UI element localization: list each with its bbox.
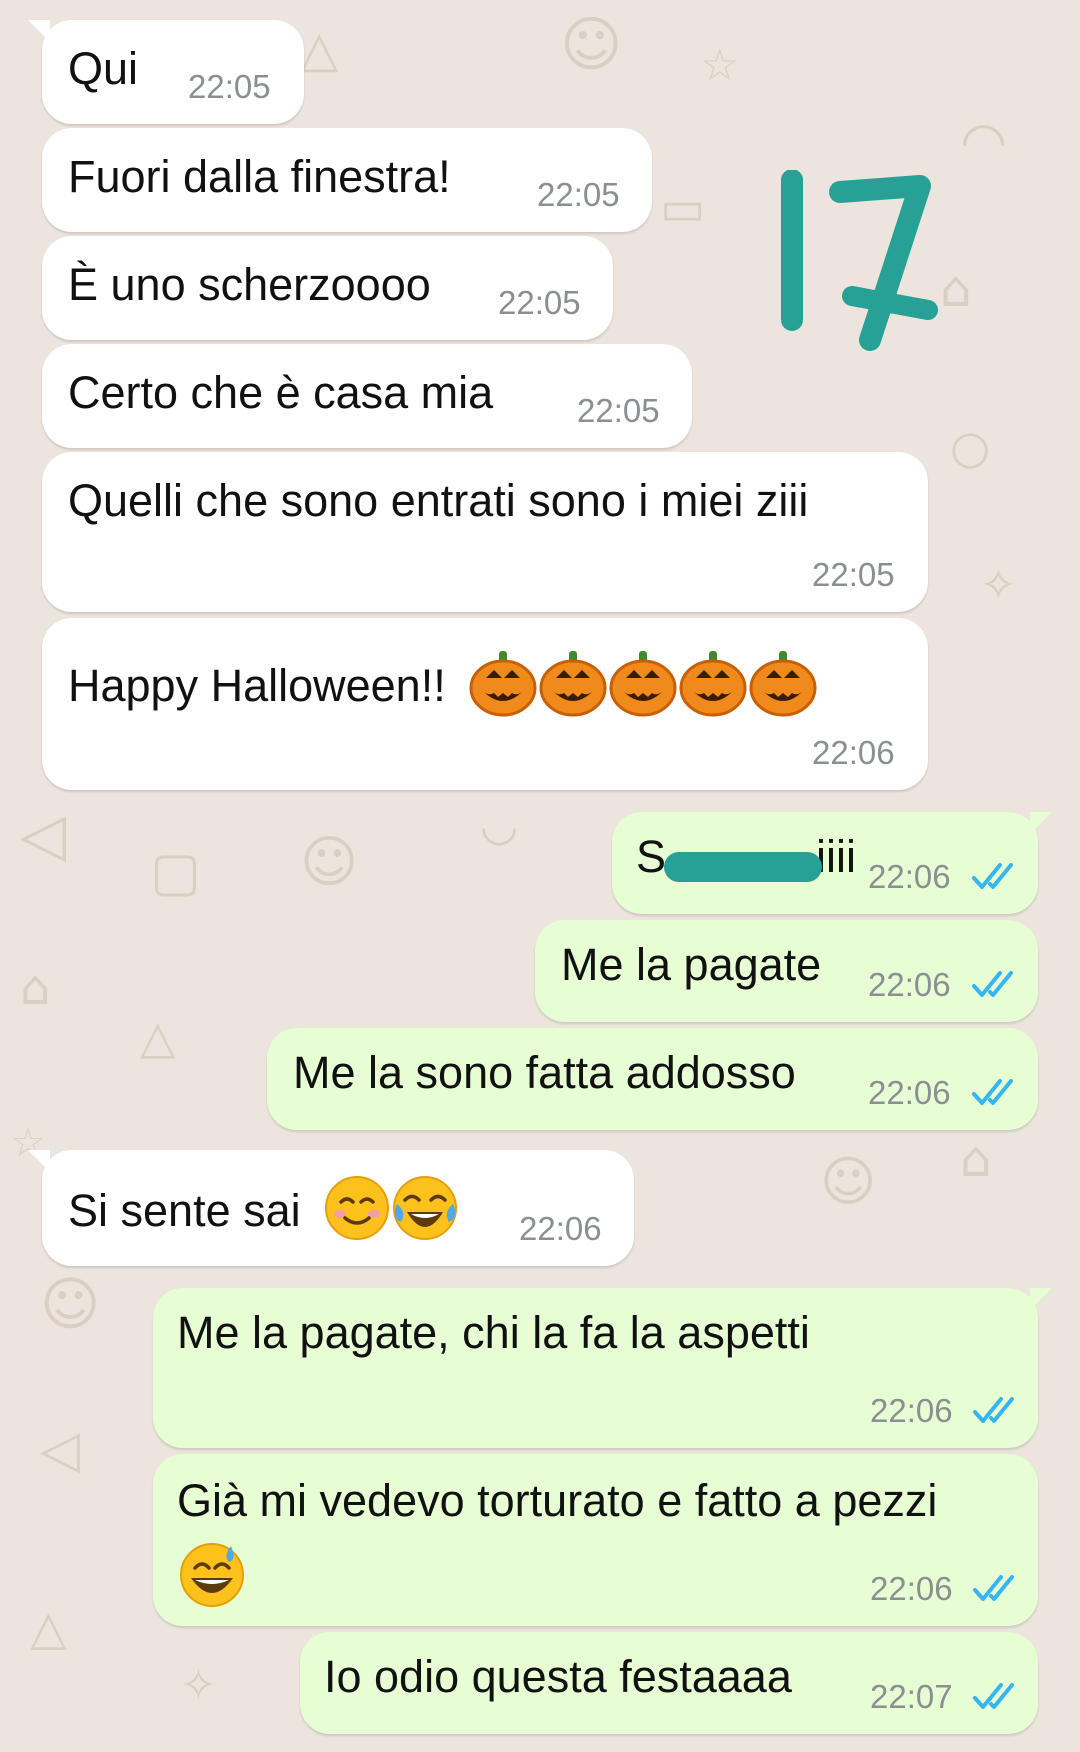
chat-message-incoming[interactable]: È uno scherzoooo 22:05 [42,236,613,340]
cake-doodle: ⌂ [960,1130,992,1188]
message-text: Qui [68,43,139,94]
balloon-doodle: ○ [950,420,991,474]
chat-message-outgoing[interactable]: Me la pagate, chi la fa la aspetti 22:06 [153,1288,1052,1448]
message-time: 22:06 [868,1074,951,1111]
chat-message-incoming[interactable]: Quelli che sono entrati sono i miei ziii… [42,452,928,612]
star-doodle: ✧ [980,560,1017,611]
cake-doodle: ⌂ [20,960,51,1016]
message-text-end: iiii [816,831,857,882]
censor-redaction-bar [664,852,822,882]
emoji-jack-o-lantern-icon [678,648,748,730]
emoji-jack-o-lantern-icon [608,648,678,730]
cat-doodle: ◡ [480,800,519,851]
read-receipt-double-check-icon [973,1575,1014,1601]
chat-message-outgoing[interactable]: Già mi vedevo torturato e fatto a pezzi … [153,1454,1038,1626]
message-time: 22:05 [188,68,271,105]
read-receipt-double-check-icon [972,1079,1013,1105]
message-time: 22:06 [519,1210,602,1247]
read-receipt-double-check-icon [972,971,1013,997]
party-hat-doodle: △ [140,1010,176,1064]
smiley-doodle: ☺ [820,1150,877,1213]
party-hat-doodle: △ [30,1600,67,1656]
message-time: 22:07 [870,1678,953,1715]
message-time: 22:06 [870,1392,953,1429]
party-horn-doodle: ◁ [40,1420,80,1480]
chat-message-outgoing[interactable]: Siiii 22:06 [612,812,1052,914]
emoji-tears-of-joy-icon [391,1174,459,1254]
message-text: Quelli che sono entrati sono i miei ziii [68,475,809,526]
message-text-start: S [636,831,667,882]
message-text: Me la pagate [561,939,822,990]
star-doodle: ✧ [180,1660,217,1711]
star-doodle: ☆ [700,40,740,91]
read-receipt-double-check-icon [973,1683,1014,1709]
emoji-jack-o-lantern-icon [468,648,538,730]
chat-message-incoming[interactable]: Certo che è casa mia 22:05 [42,344,692,448]
chat-message-incoming[interactable]: Qui 22:05 [28,20,304,124]
emoji-smiling-face-icon [323,1174,391,1254]
gift-doodle: ▭ [660,180,706,236]
message-text: Già mi vedevo torturato e fatto a pezzi [177,1475,938,1526]
message-text: Fuori dalla finestra! [68,151,451,202]
message-time: 22:06 [868,858,951,895]
read-receipt-double-check-icon [973,1397,1014,1423]
message-text-label: Happy Halloween!! [68,659,446,711]
emoji-jack-o-lantern-icon [748,648,818,730]
hand-drawn-number-17-icon [781,170,938,351]
message-text: Me la sono fatta addosso [293,1047,796,1098]
message-time: 22:05 [812,556,895,593]
chat-message-outgoing[interactable]: Me la pagate 22:06 [535,920,1038,1022]
bunny-doodle: ☺ [300,830,359,895]
party-horn-doodle: ◁ [20,800,67,870]
message-time: 22:06 [812,734,895,771]
chat-message-incoming[interactable]: Fuori dalla finestra! 22:05 [42,128,652,232]
message-text: Me la pagate, chi la fa la aspetti [177,1307,810,1358]
message-text-label: Si sente sai [68,1184,301,1236]
smiley-doodle: ☺ [560,10,623,80]
message-time: 22:05 [537,176,620,213]
message-time: 22:05 [498,284,581,321]
message-text: È uno scherzoooo [68,259,431,310]
message-time: 22:06 [870,1570,953,1607]
chat-message-outgoing[interactable]: Io odio questa festaaaa 22:07 [300,1632,1038,1734]
cat-doodle: ◠ [960,110,1008,173]
emoji-jack-o-lantern-icon [538,648,608,730]
message-time: 22:06 [868,966,951,1003]
chat-message-outgoing[interactable]: Me la sono fatta addosso 22:06 [267,1028,1038,1130]
emoji-grinning-sweat-icon [177,1540,247,1615]
gift-doodle: ▢ [150,840,202,903]
message-text: Io odio questa festaaaa [324,1651,792,1702]
message-time: 22:05 [577,392,660,429]
message-text: Happy Halloween!! [68,648,818,730]
chat-message-incoming[interactable]: Si sente sai 22:06 [28,1150,634,1266]
read-receipt-double-check-icon [972,863,1013,889]
message-text: Certo che è casa mia [68,367,494,418]
party-hat-doodle: △ [300,20,339,78]
message-text: Si sente sai [68,1174,459,1254]
smiley-doodle: ☺ [40,1270,101,1338]
chat-message-incoming[interactable]: Happy Halloween!! 22:06 [42,618,928,790]
